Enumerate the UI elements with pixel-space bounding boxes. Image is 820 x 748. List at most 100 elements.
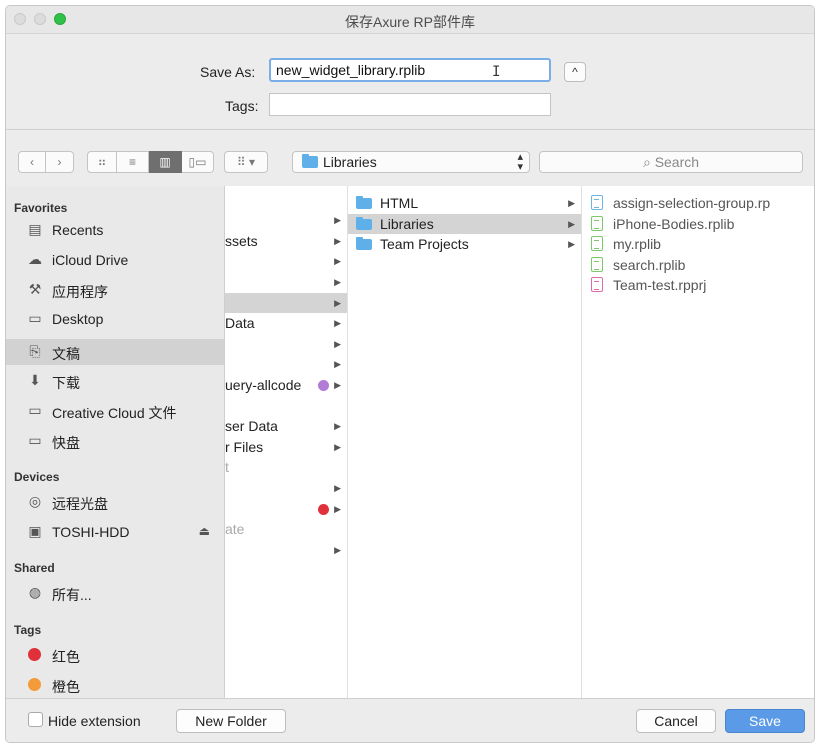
desktop-icon: ▭: [28, 310, 42, 326]
forward-button[interactable]: ›: [46, 151, 74, 173]
sidebar: Favorites ▤ Recents ☁ iCloud Drive ⚒ 应用程…: [6, 186, 225, 698]
red-tag-icon: [318, 504, 329, 515]
disclosure-arrow-icon: ▶: [334, 236, 341, 246]
list-item-html[interactable]: HTML ▶: [348, 193, 581, 213]
list-item[interactable]: ser Data ▶: [225, 416, 347, 436]
folder-icon: [356, 217, 372, 230]
folder-icon: ▭: [28, 402, 42, 418]
search-placeholder: Search: [654, 154, 700, 170]
list-item[interactable]: uery-allcode ▶: [225, 375, 347, 395]
collapse-dialog-button[interactable]: ^: [564, 62, 586, 82]
purple-tag-icon: [318, 380, 329, 391]
file-item[interactable]: search.rplib: [582, 255, 814, 275]
divider: [6, 129, 814, 130]
rpprj-file-icon: [591, 277, 603, 292]
sidebar-item-downloads[interactable]: ⬇ 下载: [6, 368, 224, 394]
disclosure-arrow-icon: ▶: [334, 339, 341, 349]
new-folder-button[interactable]: New Folder: [176, 709, 286, 733]
disclosure-arrow-icon: ▶: [568, 219, 575, 229]
rplib-file-icon: [591, 236, 603, 251]
tags-label: Tags:: [225, 98, 259, 114]
save-as-input[interactable]: [269, 58, 551, 82]
column-documents: ▶ ssets ▶ ▶ ▶ ▶ Data ▶ ▶ ▶ uery-allcode ▶ s…: [225, 186, 348, 698]
sidebar-header-shared: Shared: [14, 561, 55, 575]
save-dialog-window: 保存Axure RP部件库 Save As: I ^ Tags: ‹ › ⠶ ≡…: [5, 5, 815, 743]
sidebar-item-applications[interactable]: ⚒ 应用程序: [6, 277, 224, 303]
cancel-button[interactable]: Cancel: [636, 709, 716, 733]
list-item[interactable]: ▶: [225, 334, 347, 354]
documents-icon: ⎘: [29, 343, 41, 359]
list-view-button[interactable]: ≡: [117, 151, 149, 173]
save-as-label: Save As:: [200, 64, 256, 80]
cover-flow-icon: ▯▭: [188, 155, 207, 169]
list-item[interactable]: ▶: [225, 272, 347, 292]
title-bar: 保存Axure RP部件库: [6, 6, 814, 34]
file-item[interactable]: my.rplib: [582, 234, 814, 254]
arrange-menu-button[interactable]: ⠿ ▾: [224, 151, 268, 173]
sidebar-item-remote-disc[interactable]: ◎ 远程光盘: [6, 489, 224, 515]
list-item[interactable]: ▶: [225, 210, 347, 230]
eject-icon[interactable]: ⏏: [199, 524, 210, 538]
icon-view-button[interactable]: ⠶: [87, 151, 117, 173]
cover-flow-view-button[interactable]: ▯▭: [182, 151, 214, 173]
folder-icon: ▭: [28, 432, 42, 448]
sidebar-item-documents[interactable]: ⎘ 文稿: [6, 339, 224, 365]
disclosure-arrow-icon: ▶: [334, 298, 341, 308]
sidebar-item-tag-orange[interactable]: 橙色: [6, 672, 224, 698]
save-button[interactable]: Save: [725, 709, 805, 733]
list-item[interactable]: Data ▶: [225, 313, 347, 333]
disclosure-arrow-icon: ▶: [334, 504, 341, 514]
arrange-grid-icon: ⠿ ▾: [236, 155, 256, 169]
list-item-libraries[interactable]: Libraries ▶: [348, 214, 581, 234]
location-popup[interactable]: Libraries ▴ ▾: [292, 151, 530, 173]
disclosure-arrow-icon: ▶: [334, 483, 341, 493]
list-item[interactable]: r Files ▶: [225, 437, 347, 457]
list-lines-icon: ≡: [128, 155, 136, 169]
back-button[interactable]: ‹: [18, 151, 46, 173]
red-tag-icon: [28, 648, 41, 661]
sidebar-item-creative-cloud[interactable]: ▭ Creative Cloud 文件: [6, 398, 224, 424]
sidebar-item-all-shared[interactable]: ◍ 所有...: [6, 580, 224, 606]
network-icon: ◍: [28, 584, 42, 600]
disclosure-arrow-icon: ▶: [334, 421, 341, 431]
sidebar-item-recents[interactable]: ▤ Recents: [6, 217, 224, 243]
file-item[interactable]: assign-selection-group.rp: [582, 193, 814, 213]
sidebar-item-desktop[interactable]: ▭ Desktop: [6, 306, 224, 332]
search-field[interactable]: ⌕ Search: [539, 151, 803, 173]
search-icon: ⌕: [642, 154, 651, 170]
disclosure-arrow-icon: ▶: [334, 215, 341, 225]
sidebar-item-icloud-drive[interactable]: ☁ iCloud Drive: [6, 247, 224, 273]
list-item[interactable]: ate: [225, 519, 347, 539]
disclosure-arrow-icon: ▶: [568, 239, 575, 249]
list-item[interactable]: ▶: [225, 540, 347, 560]
disc-icon: ◎: [28, 493, 42, 509]
list-item[interactable]: ▶: [225, 251, 347, 271]
chevron-updown-icon: ▴ ▾: [517, 151, 523, 173]
list-item-team-projects[interactable]: Team Projects ▶: [348, 234, 581, 254]
disclosure-arrow-icon: ▶: [568, 198, 575, 208]
list-item[interactable]: ssets ▶: [225, 231, 347, 251]
tags-input[interactable]: [269, 93, 551, 116]
list-item[interactable]: ▶: [225, 354, 347, 374]
column-view-button[interactable]: ▥: [149, 151, 182, 173]
list-item[interactable]: ▶: [225, 293, 347, 313]
sidebar-item-tag-red[interactable]: 红色: [6, 642, 224, 668]
text-cursor-icon: I: [492, 64, 501, 80]
sidebar-header-devices: Devices: [14, 470, 60, 484]
hide-extension-checkbox[interactable]: [28, 712, 43, 727]
disclosure-arrow-icon: ▶: [334, 380, 341, 390]
file-item[interactable]: Team-test.rpprj: [582, 275, 814, 295]
list-item[interactable]: ▶: [225, 499, 347, 519]
orange-tag-icon: [28, 678, 41, 691]
window-title: 保存Axure RP部件库: [345, 14, 475, 30]
file-item[interactable]: iPhone-Bodies.rplib: [582, 214, 814, 234]
hide-extension-label: Hide extension: [48, 713, 141, 729]
rp-file-icon: [591, 195, 603, 210]
column-folder: HTML ▶ Libraries ▶ Team Projects ▶: [348, 186, 582, 698]
sidebar-item-kuaipan[interactable]: ▭ 快盘: [6, 428, 224, 454]
list-item[interactable]: t: [225, 457, 347, 477]
column-browser: ▶ ssets ▶ ▶ ▶ ▶ Data ▶ ▶ ▶ uery-allcode ▶ s…: [225, 186, 814, 698]
list-item[interactable]: ▶: [225, 478, 347, 498]
location-label: Libraries: [323, 154, 377, 170]
sidebar-item-toshi-hdd[interactable]: ▣ TOSHI-HDD ⏏: [6, 519, 224, 545]
